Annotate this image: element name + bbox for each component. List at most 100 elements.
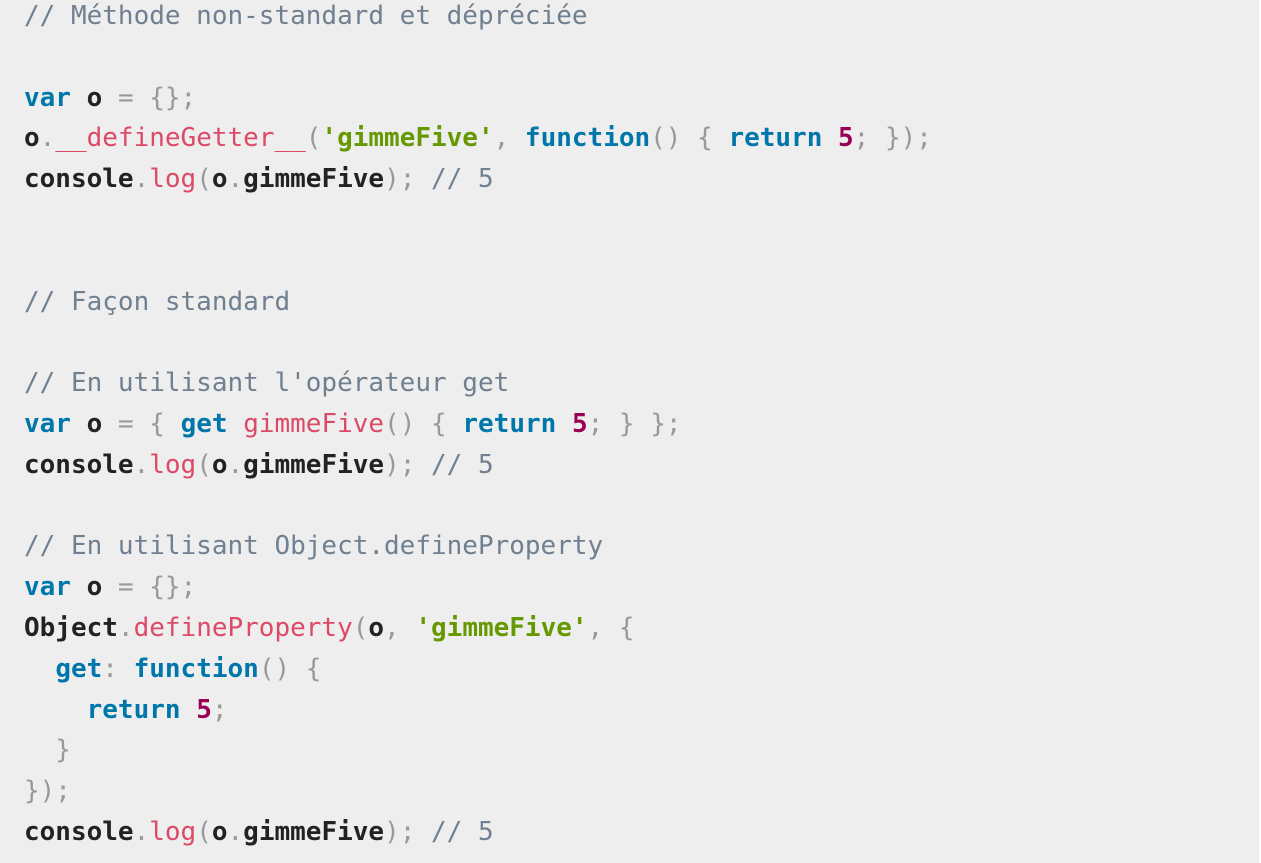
code-punctuation: , (384, 612, 416, 643)
code-function-name: __defineGetter__ (55, 123, 306, 154)
code-comment: // En utilisant l'opérateur get (24, 368, 510, 399)
code-punctuation: . (133, 449, 150, 480)
code-keyword: function (524, 123, 651, 154)
code-punctuation: { (133, 408, 181, 439)
code-punctuation: () { (258, 653, 322, 684)
code-identifier (228, 409, 244, 439)
code-keyword: get (55, 653, 103, 684)
code-identifier: gimmeFive (243, 449, 385, 480)
code-punctuation: {}; (149, 82, 197, 113)
code-identifier: gimmeFive (243, 164, 385, 195)
code-line: } (24, 730, 1259, 771)
code-line: // En utilisant l'opérateur get (24, 363, 1259, 404)
code-comment: // 5 (431, 449, 494, 480)
code-line: // Façon standard (24, 282, 1259, 323)
code-line: console.log(o.gimmeFive); // 5 (24, 159, 1259, 200)
code-comment: // Méthode non-standard et dépréciée (24, 1, 588, 31)
code-punctuation: = (117, 408, 134, 439)
code-punctuation: . (227, 164, 244, 195)
code-function-name: log (149, 816, 197, 847)
code-function-name: gimmeFive (243, 408, 385, 439)
code-punctuation: . (133, 816, 150, 847)
code-identifier (24, 654, 55, 684)
code-punctuation: . (133, 164, 150, 195)
code-punctuation: = (117, 82, 134, 113)
code-punctuation: , { (587, 612, 635, 643)
code-punctuation: ; } }; (587, 408, 682, 439)
code-line: return 5; (24, 690, 1259, 731)
code-identifier: o (24, 123, 40, 154)
code-punctuation: ( (352, 612, 369, 643)
code-punctuation: ; (211, 694, 228, 725)
code-number: 5 (838, 123, 854, 154)
code-punctuation: : (102, 653, 134, 684)
code-number: 5 (196, 694, 212, 725)
code-line: o.__defineGetter__('gimmeFive', function… (24, 118, 1259, 159)
code-keyword: var (24, 572, 71, 603)
code-identifier: console (24, 449, 134, 480)
code-comment: // 5 (431, 164, 494, 195)
code-punctuation: . (117, 612, 134, 643)
code-identifier: o (70, 408, 118, 439)
code-punctuation: ( (196, 164, 212, 195)
code-identifier (181, 695, 197, 725)
code-punctuation: }); (24, 776, 71, 807)
code-listing: // Méthode non-standard et dépréciée var … (24, 0, 1259, 853)
code-string: 'gimmeFive' (415, 612, 588, 643)
code-line: console.log(o.gimmeFive); // 5 (24, 445, 1259, 486)
code-keyword: return (86, 694, 181, 725)
code-punctuation: . (227, 816, 244, 847)
code-function-name: defineProperty (133, 612, 353, 643)
code-line: }); (24, 771, 1259, 812)
code-punctuation: ; }); (853, 123, 932, 154)
code-keyword: return (728, 123, 823, 154)
code-line: var o = { get gimmeFive() { return 5; } … (24, 404, 1259, 445)
code-function-name: log (149, 449, 197, 480)
code-punctuation: . (227, 449, 244, 480)
code-punctuation: {}; (149, 572, 197, 603)
code-identifier: Object (24, 612, 118, 643)
code-identifier: o (211, 816, 228, 847)
code-punctuation: ); (384, 816, 432, 847)
code-comment: // En utilisant Object.defineProperty (24, 531, 604, 562)
code-identifier: o (70, 82, 118, 113)
code-identifier (134, 83, 150, 113)
code-punctuation: ); (384, 449, 432, 480)
code-punctuation: () { (650, 123, 729, 154)
code-line: var o = {}; (24, 78, 1259, 119)
code-punctuation: ( (196, 816, 212, 847)
code-identifier: o (368, 612, 385, 643)
code-identifier: gimmeFive (243, 816, 385, 847)
code-number: 5 (571, 408, 588, 439)
code-line: get: function() { (24, 649, 1259, 690)
code-identifier (134, 572, 150, 602)
code-identifier: console (24, 816, 134, 847)
code-punctuation: ( (305, 123, 322, 154)
code-comment: // Façon standard (24, 286, 291, 317)
code-identifier (822, 123, 838, 153)
code-punctuation: , (493, 123, 525, 154)
code-line: var o = {}; (24, 567, 1259, 608)
code-identifier: console (24, 164, 134, 195)
code-comment: // 5 (431, 816, 494, 847)
code-identifier (24, 695, 87, 725)
code-identifier: o (211, 164, 228, 195)
code-keyword: function (133, 653, 259, 684)
code-line: // Méthode non-standard et dépréciée (24, 0, 1259, 37)
code-punctuation: . (39, 123, 56, 154)
code-keyword: return (462, 408, 557, 439)
code-line: Object.defineProperty(o, 'gimmeFive', { (24, 608, 1259, 649)
code-function-name: log (149, 164, 197, 195)
code-punctuation: () { (384, 408, 463, 439)
code-line: console.log(o.gimmeFive); // 5 (24, 812, 1259, 853)
code-line: // En utilisant Object.defineProperty (24, 526, 1259, 567)
code-block: // Méthode non-standard et dépréciée var … (0, 0, 1259, 863)
code-punctuation: ); (384, 164, 432, 195)
code-identifier: o (211, 449, 228, 480)
code-punctuation: = (117, 572, 134, 603)
